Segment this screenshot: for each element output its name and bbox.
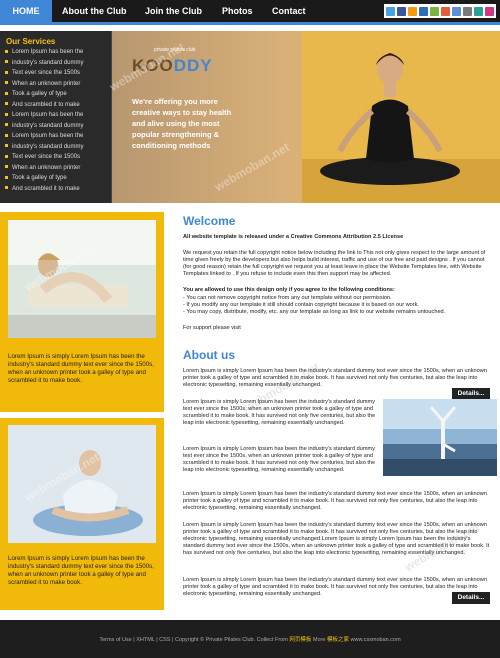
service-item[interactable]: industry's standard dummy bbox=[5, 121, 111, 132]
site-logo[interactable]: KOODDY bbox=[132, 56, 213, 76]
about-paragraph: Lorem Ipsum is simply Lorem Ipsum has be… bbox=[183, 399, 376, 427]
social-icons bbox=[384, 4, 496, 18]
terms-link[interactable]: Terms of Use bbox=[99, 637, 131, 643]
service-item[interactable]: Text ever since the 1500s bbox=[5, 68, 111, 79]
support-line: For support please visit bbox=[183, 325, 241, 331]
hero-banner: private pilates club KOODDY We're offeri… bbox=[112, 31, 500, 203]
top-navigation: HOME About the Club Join the Club Photos… bbox=[0, 0, 500, 22]
service-item[interactable]: Lorem Ipsum has been the bbox=[5, 47, 111, 58]
services-title: Our Services bbox=[6, 37, 56, 46]
license-line: All website template is released under a… bbox=[183, 234, 404, 240]
service-item[interactable]: And scrambled it to make bbox=[5, 100, 111, 111]
footer-more: More bbox=[312, 637, 326, 643]
service-item[interactable]: When an unknown printer bbox=[5, 79, 111, 90]
flickr-icon[interactable] bbox=[485, 6, 494, 16]
rss-icon[interactable] bbox=[408, 6, 417, 16]
meditation-image bbox=[8, 425, 156, 543]
nav-divider bbox=[0, 22, 500, 25]
about-paragraph: Lorem Ipsum is simply Lorem Ipsum has be… bbox=[183, 491, 487, 512]
facebook-icon[interactable] bbox=[397, 6, 406, 16]
conditions-title: You are allowed to use this design only … bbox=[183, 287, 395, 293]
service-item[interactable]: Lorem Ipsum has been the bbox=[5, 131, 111, 142]
service-item[interactable]: industry's standard dummy bbox=[5, 142, 111, 153]
feature-caption-2: Lorem Ipsum is simply Lorem Ipsum has be… bbox=[8, 555, 154, 586]
pilates-stretch-image bbox=[8, 220, 156, 338]
service-item[interactable]: Lorem Ipsum has been the bbox=[5, 110, 111, 121]
service-item[interactable]: Took a galley of type bbox=[5, 89, 111, 100]
copyright-text: | Copyright © Private Pilates Club. Coll… bbox=[172, 637, 288, 643]
nav-about-the-club[interactable]: About the Club bbox=[62, 0, 127, 22]
hero-text: We're offering you more creative ways to… bbox=[132, 97, 232, 150]
feature-caption-1: Lorem Ipsum is simply Lorem Ipsum has be… bbox=[8, 353, 154, 384]
nav-contact[interactable]: Contact bbox=[272, 0, 306, 22]
nav-photos[interactable]: Photos bbox=[222, 0, 253, 22]
condition-item: - You may copy, distribute, modify, etc.… bbox=[183, 309, 446, 315]
footer-domain: www.cssmoban.com bbox=[350, 637, 401, 643]
delicious-icon[interactable] bbox=[430, 6, 439, 16]
service-item[interactable]: And scrambled it to make bbox=[5, 184, 111, 195]
yoga-woman-image bbox=[302, 31, 500, 203]
template-link-2[interactable]: 模板之家 bbox=[327, 637, 349, 643]
link-icon[interactable] bbox=[474, 6, 483, 16]
beach-yoga-image bbox=[383, 399, 497, 476]
service-item[interactable]: Took a galley of type bbox=[5, 173, 111, 184]
welcome-heading: Welcome bbox=[183, 214, 236, 228]
share-icon[interactable] bbox=[452, 6, 461, 16]
service-item[interactable]: When an unknown printer bbox=[5, 163, 111, 174]
digg-icon[interactable] bbox=[419, 6, 428, 16]
twitter-icon[interactable] bbox=[386, 6, 395, 16]
about-paragraph: Lorem Ipsum is simply Lorem Ipsum has be… bbox=[183, 577, 487, 598]
nav-home[interactable]: HOME bbox=[0, 0, 52, 22]
template-link-1[interactable]: 网页模板 bbox=[289, 637, 311, 643]
about-paragraph: Lorem Ipsum is simply Lorem Ipsum has be… bbox=[183, 522, 490, 557]
welcome-paragraph: We request you retain the full copyright… bbox=[183, 250, 486, 278]
css-link[interactable]: CSS bbox=[159, 637, 170, 643]
nav-join-the-club[interactable]: Join the Club bbox=[145, 0, 202, 22]
footer-text: Terms of Use | XHTML | CSS | Copyright ©… bbox=[99, 637, 401, 643]
about-paragraph: Lorem Ipsum is simply Lorem Ipsum has be… bbox=[183, 368, 487, 389]
site-footer: Terms of Use | XHTML | CSS | Copyright ©… bbox=[0, 620, 500, 658]
service-item[interactable]: industry's standard dummy bbox=[5, 58, 111, 69]
mail-icon[interactable] bbox=[463, 6, 472, 16]
stumble-icon[interactable] bbox=[441, 6, 450, 16]
service-item[interactable]: Text ever since the 1500s bbox=[5, 152, 111, 163]
about-paragraph: Lorem Ipsum is simply Lorem Ipsum has be… bbox=[183, 446, 376, 474]
xhtml-link[interactable]: XHTML bbox=[136, 637, 154, 643]
logo-tagline: private pilates club bbox=[154, 47, 196, 53]
services-sidebar: Our Services Lorem Ipsum has been the in… bbox=[0, 31, 112, 203]
about-heading: About us bbox=[183, 348, 235, 362]
